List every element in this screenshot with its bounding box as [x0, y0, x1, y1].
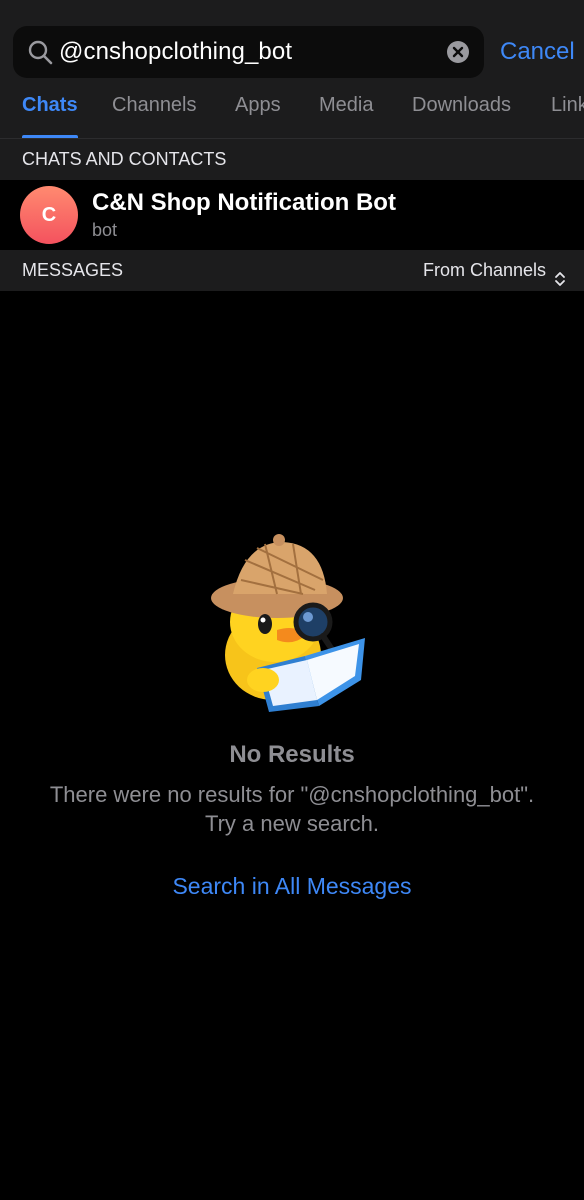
chat-title: C&N Shop Notification Bot	[92, 189, 396, 216]
tab-links[interactable]: Links	[551, 94, 584, 117]
tab-media[interactable]: Media	[319, 94, 373, 117]
search-tabs: Chats Channels Apps Media Downloads Link…	[0, 84, 584, 139]
tab-apps[interactable]: Apps	[235, 94, 281, 117]
no-results-title: No Results	[229, 741, 355, 768]
avatar: C	[20, 186, 78, 244]
section-header-messages: MESSAGES From Channels	[0, 250, 584, 291]
clear-search-icon[interactable]	[446, 40, 470, 64]
tab-downloads[interactable]: Downloads	[412, 94, 511, 117]
messages-filter-button[interactable]: From Channels	[423, 250, 566, 291]
tab-channels[interactable]: Channels	[112, 94, 197, 117]
chat-result-row[interactable]: C C&N Shop Notification Bot bot	[0, 180, 584, 250]
chevron-up-down-icon	[554, 262, 566, 287]
cancel-button[interactable]: Cancel	[500, 26, 575, 78]
section-title: CHATS AND CONTACTS	[22, 149, 227, 169]
section-title: MESSAGES	[22, 260, 124, 280]
search-input[interactable]: @cnshopclothing_bot	[59, 26, 292, 78]
search-field[interactable]: @cnshopclothing_bot	[13, 26, 484, 78]
section-header-chats: CHATS AND CONTACTS	[0, 139, 584, 180]
no-results-line: There were no results for "@cnshopclothi…	[49, 782, 535, 807]
detective-duck-sticker	[205, 530, 375, 715]
filter-label: From Channels	[422, 260, 546, 280]
no-results-message: There were no results for "@cnshopclothi…	[0, 780, 584, 838]
no-results-line: Try a new search.	[204, 811, 380, 836]
search-icon	[27, 39, 53, 65]
search-header: @cnshopclothing_bot Cancel Chats Channel…	[0, 0, 584, 139]
search-all-messages-link[interactable]: Search in All Messages	[0, 873, 584, 900]
chat-subtitle: bot	[92, 220, 118, 240]
tab-chats[interactable]: Chats	[22, 94, 78, 117]
